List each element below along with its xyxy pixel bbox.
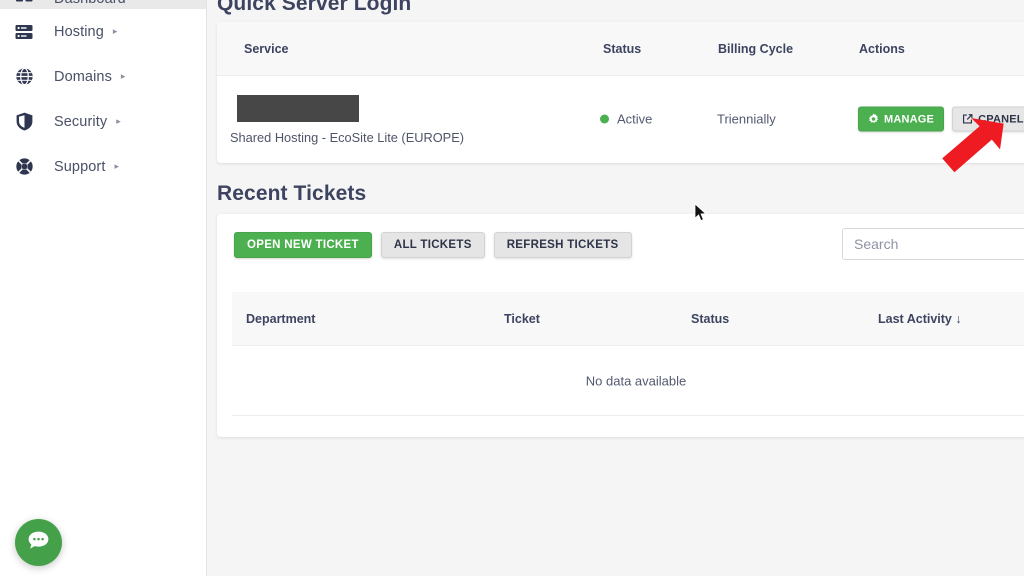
manage-button-label: MANAGE xyxy=(884,113,935,125)
grid-icon xyxy=(13,0,35,7)
table-row: Shared Hosting - EcoSite Lite (EUROPE) A… xyxy=(217,76,1024,162)
status-label: Active xyxy=(617,111,653,127)
sidebar: Dashboard Hosting ▸ xyxy=(0,0,207,576)
external-link-icon xyxy=(962,114,973,125)
quick-server-login-title: Quick Server Login xyxy=(217,0,412,15)
sidebar-item-domains[interactable]: Domains ▸ xyxy=(0,54,206,99)
status-dot-icon xyxy=(600,114,609,124)
column-header-billing-cycle: Billing Cycle xyxy=(718,41,794,56)
lifebuoy-icon xyxy=(13,156,35,178)
manage-button[interactable]: MANAGE xyxy=(858,106,945,132)
services-table-header: Service Status Billing Cycle Actions xyxy=(217,22,1024,76)
tickets-table-body: No data available xyxy=(232,346,1024,416)
sidebar-item-label: Hosting xyxy=(54,23,104,40)
service-name: Shared Hosting - EcoSite Lite (EUROPE) xyxy=(230,130,464,145)
column-header-ticket[interactable]: Ticket xyxy=(504,312,540,326)
cpanel-button[interactable]: CPANEL xyxy=(952,106,1024,132)
sidebar-item-label: Domains xyxy=(54,68,112,85)
server-icon xyxy=(13,21,35,43)
row-actions: MANAGE CPANEL xyxy=(858,106,1024,132)
all-tickets-button[interactable]: ALL TICKETS xyxy=(380,232,485,258)
column-header-service: Service xyxy=(244,41,289,56)
empty-state-message: No data available xyxy=(585,373,687,388)
shield-icon xyxy=(13,111,35,133)
main-content: Quick Server Login Service Status Billin… xyxy=(207,0,1024,576)
column-header-status[interactable]: Status xyxy=(691,312,729,326)
chevron-right-icon: ▸ xyxy=(112,26,118,36)
chevron-right-icon: ▸ xyxy=(120,71,126,81)
recent-tickets-title: Recent Tickets xyxy=(217,182,367,205)
recent-tickets-card: OPEN NEW TICKET ALL TICKETS REFRESH TICK… xyxy=(217,214,1024,437)
chevron-right-icon: ▸ xyxy=(114,161,120,171)
tickets-table-header: Department Ticket Status Last Activity ↓ xyxy=(232,292,1024,346)
status-badge: Active xyxy=(600,112,652,127)
chat-bubble-icon xyxy=(26,528,51,558)
open-new-ticket-button[interactable]: OPEN NEW TICKET xyxy=(234,232,372,258)
column-header-last-activity[interactable]: Last Activity ↓ xyxy=(878,312,962,326)
sidebar-item-security[interactable]: Security ▸ xyxy=(0,99,206,144)
sidebar-item-label: Dashboard xyxy=(54,0,126,7)
dashboard-page: Dashboard Hosting ▸ xyxy=(0,0,1024,576)
tickets-toolbar: OPEN NEW TICKET ALL TICKETS REFRESH TICK… xyxy=(234,232,632,258)
gear-icon xyxy=(868,113,879,125)
sidebar-item-support[interactable]: Support ▸ xyxy=(0,144,206,189)
sidebar-item-label: Security xyxy=(54,113,108,130)
redacted-domain-label xyxy=(237,95,359,122)
billing-cycle-value: Triennially xyxy=(717,111,776,127)
column-header-actions: Actions xyxy=(859,41,905,56)
refresh-tickets-button[interactable]: REFRESH TICKETS xyxy=(493,232,632,258)
sidebar-item-hosting[interactable]: Hosting ▸ xyxy=(0,9,206,54)
chat-widget-button[interactable] xyxy=(15,519,62,566)
cpanel-button-label: CPANEL xyxy=(978,113,1024,125)
quick-server-login-card: Service Status Billing Cycle Actions Sha… xyxy=(217,22,1024,163)
chevron-right-icon: ▸ xyxy=(116,116,121,126)
globe-icon xyxy=(13,66,35,88)
sidebar-item-label: Support xyxy=(54,158,106,175)
column-header-department[interactable]: Department xyxy=(246,312,315,326)
column-header-status: Status xyxy=(603,41,642,56)
search-input[interactable] xyxy=(842,228,1024,260)
sidebar-item-dashboard[interactable]: Dashboard xyxy=(0,0,206,9)
